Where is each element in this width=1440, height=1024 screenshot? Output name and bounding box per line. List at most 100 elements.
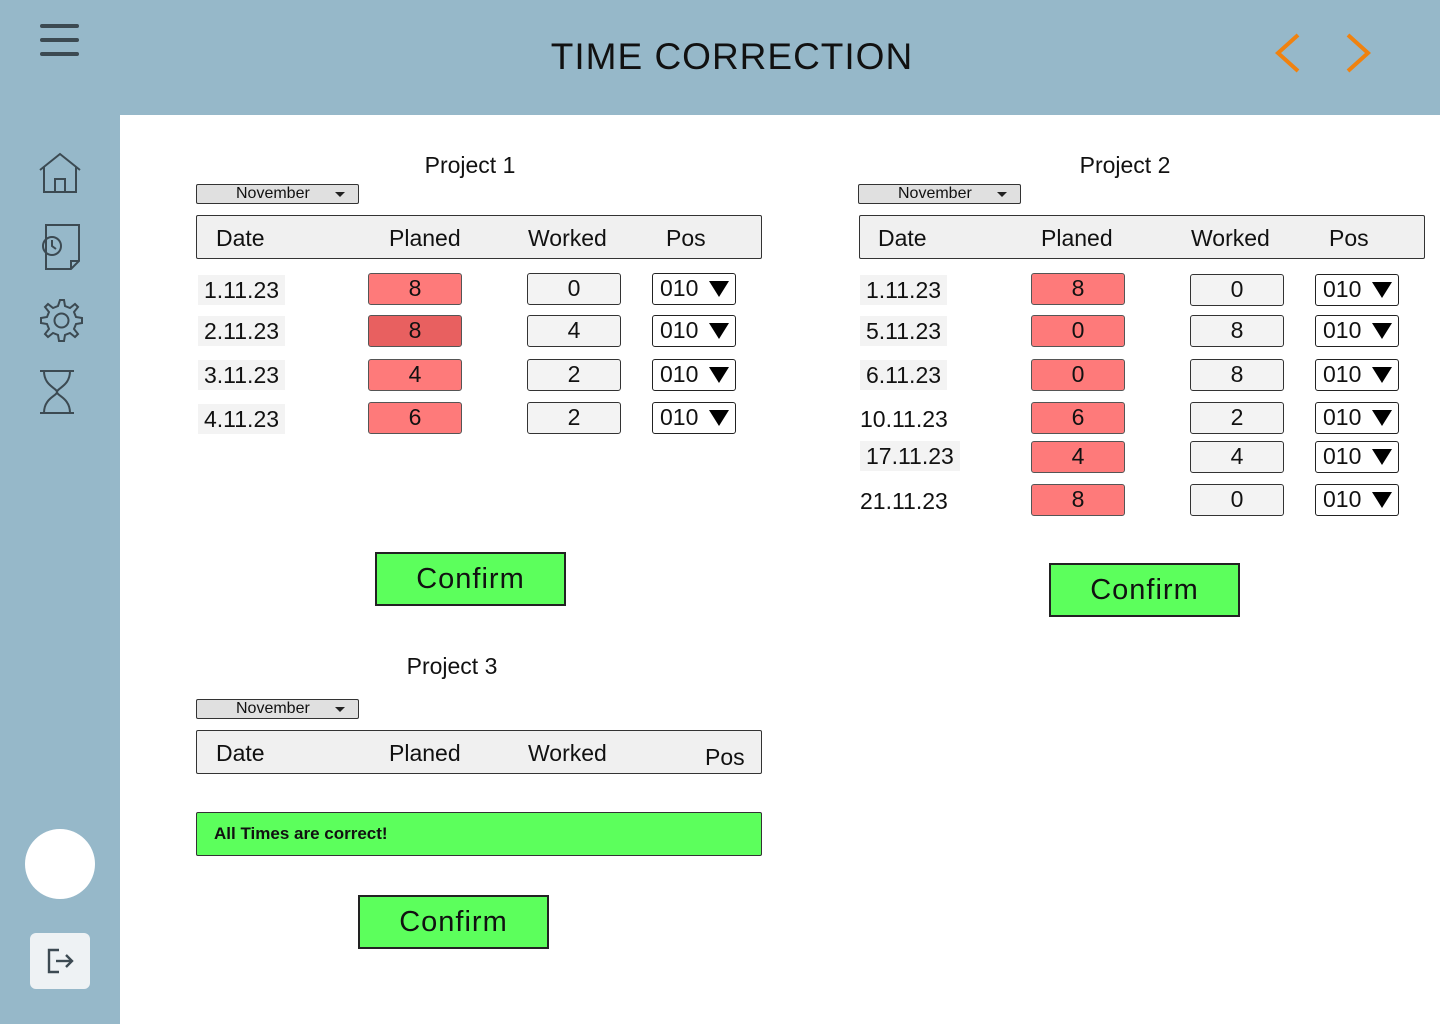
avatar[interactable] (25, 829, 95, 899)
pos-value: 010 (1323, 317, 1362, 343)
project-2-table-header: Date Planed Worked Pos (859, 215, 1425, 259)
row-planned: 8 (368, 273, 462, 305)
row-planned: 0 (1031, 315, 1125, 347)
triangle-down-icon (1372, 449, 1392, 465)
row-worked-input[interactable]: 4 (1190, 441, 1284, 473)
pos-value: 010 (1323, 276, 1362, 302)
month-label: November (236, 700, 310, 717)
row-date: 4.11.23 (198, 404, 286, 434)
row-worked-input[interactable]: 8 (1190, 315, 1284, 347)
gear-icon[interactable] (36, 298, 84, 344)
chevron-left-icon[interactable] (1268, 30, 1312, 76)
project-3-table-header: Date Planed Worked Pos (196, 730, 762, 774)
row-worked-input[interactable]: 4 (527, 315, 621, 347)
pos-value: 010 (660, 404, 699, 430)
row-planned: 0 (1031, 359, 1125, 391)
pos-value: 010 (1323, 443, 1362, 469)
logout-button[interactable] (30, 933, 90, 989)
triangle-down-icon (1372, 410, 1392, 426)
row-planned: 4 (1031, 441, 1125, 473)
status-message: All Times are correct! (196, 812, 762, 856)
caret-down-icon (997, 192, 1007, 197)
row-pos-select[interactable]: 010 (1315, 315, 1399, 347)
row-pos-select[interactable]: 010 (1315, 359, 1399, 391)
row-date: 17.11.23 (860, 441, 960, 471)
month-label: November (236, 185, 310, 202)
row-worked-input[interactable]: 2 (1190, 402, 1284, 434)
logout-icon (47, 948, 74, 974)
row-date: 10.11.23 (860, 406, 948, 432)
home-icon[interactable] (36, 150, 84, 196)
row-pos-select[interactable]: 010 (1315, 274, 1399, 306)
column-planned: Planed (389, 740, 461, 766)
row-worked-input[interactable]: 2 (527, 359, 621, 391)
project-3-title: Project 3 (406, 653, 498, 679)
triangle-down-icon (709, 281, 729, 297)
row-date: 3.11.23 (198, 360, 286, 390)
row-pos-select[interactable]: 010 (1315, 402, 1399, 434)
column-worked: Worked (528, 225, 607, 251)
clock-document-icon[interactable] (36, 222, 84, 270)
project-1-confirm-button[interactable]: Confirm (375, 552, 566, 606)
row-planned: 4 (368, 359, 462, 391)
pos-value: 010 (660, 317, 699, 343)
row-worked-input[interactable]: 8 (1190, 359, 1284, 391)
month-label: November (898, 185, 972, 202)
triangle-down-icon (1372, 367, 1392, 383)
row-date: 6.11.23 (860, 360, 948, 390)
row-worked-input[interactable]: 0 (1190, 484, 1284, 516)
content-panel: Project 1 November Date Planed Worked Po… (120, 115, 1440, 1024)
row-planned: 6 (368, 402, 462, 434)
row-pos-select[interactable]: 010 (652, 359, 736, 391)
row-date: 1.11.23 (860, 275, 948, 305)
project-1-title: Project 1 (424, 152, 516, 178)
triangle-down-icon (709, 410, 729, 426)
page-title: TIME CORRECTION (550, 36, 914, 77)
row-worked-input[interactable]: 0 (1190, 274, 1284, 306)
column-pos: Pos (705, 744, 745, 770)
column-date: Date (878, 225, 927, 251)
triangle-down-icon (1372, 323, 1392, 339)
project-3-confirm-button[interactable]: Confirm (358, 895, 549, 949)
project-2-confirm-button[interactable]: Confirm (1049, 563, 1240, 617)
project-3-month-select[interactable]: November (196, 699, 359, 719)
triangle-down-icon (709, 367, 729, 383)
caret-down-icon (335, 707, 345, 712)
row-pos-select[interactable]: 010 (1315, 484, 1399, 516)
row-date: 21.11.23 (860, 488, 948, 514)
row-pos-select[interactable]: 010 (652, 273, 736, 305)
chevron-right-icon[interactable] (1336, 30, 1380, 76)
column-planned: Planed (389, 225, 461, 251)
project-2-month-select[interactable]: November (858, 184, 1021, 204)
column-date: Date (216, 225, 265, 251)
project-1-month-select[interactable]: November (196, 184, 359, 204)
pos-value: 010 (660, 361, 699, 387)
row-pos-select[interactable]: 010 (1315, 441, 1399, 473)
pos-value: 010 (1323, 361, 1362, 387)
pos-value: 010 (660, 275, 699, 301)
row-date: 1.11.23 (198, 275, 286, 305)
triangle-down-icon (709, 323, 729, 339)
pos-value: 010 (1323, 404, 1362, 430)
column-pos: Pos (666, 225, 706, 251)
row-pos-select[interactable]: 010 (652, 402, 736, 434)
row-date: 5.11.23 (860, 316, 948, 346)
row-worked-input[interactable]: 2 (527, 402, 621, 434)
column-date: Date (216, 740, 265, 766)
project-1-table-header: Date Planed Worked Pos (196, 215, 762, 259)
hourglass-icon[interactable] (36, 368, 84, 414)
column-planned: Planed (1041, 225, 1113, 251)
pos-value: 010 (1323, 486, 1362, 512)
caret-down-icon (335, 192, 345, 197)
row-planned: 8 (1031, 484, 1125, 516)
project-2-title: Project 2 (1079, 152, 1171, 178)
row-planned: 8 (368, 315, 462, 347)
row-worked-input[interactable]: 0 (527, 273, 621, 305)
column-pos: Pos (1329, 225, 1369, 251)
row-planned: 8 (1031, 273, 1125, 305)
triangle-down-icon (1372, 282, 1392, 298)
row-date: 2.11.23 (198, 316, 286, 346)
row-planned: 6 (1031, 402, 1125, 434)
row-pos-select[interactable]: 010 (652, 315, 736, 347)
triangle-down-icon (1372, 492, 1392, 508)
